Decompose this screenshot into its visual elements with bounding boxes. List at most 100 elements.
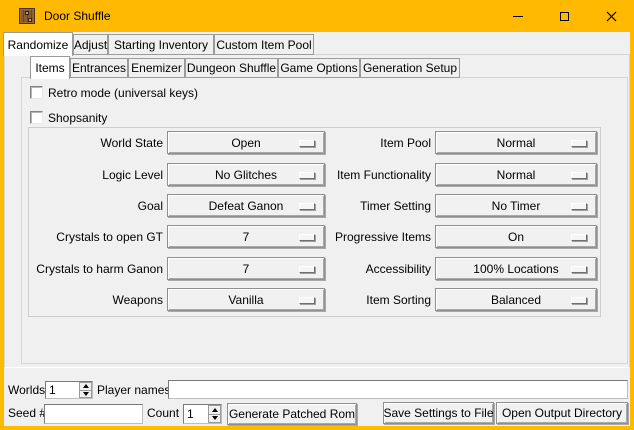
tab-label: Items [35,61,64,75]
accessibility-label: Accessibility [320,262,431,276]
dropdown-indicator-icon [299,234,315,241]
dropdown-indicator-icon [571,172,587,179]
item-pool-label: Item Pool [320,136,431,150]
dropdown-value: Balanced [491,293,541,307]
maximize-button[interactable] [541,0,588,32]
arrow-down-icon [83,392,89,396]
weapons-label: Weapons [28,293,163,307]
app-door-icon [19,8,35,24]
shopsanity-checkbox[interactable] [30,111,43,124]
worlds-label: Worlds [8,383,45,397]
dropdown-indicator-icon [299,172,315,179]
shopsanity-label: Shopsanity [48,111,107,125]
door-shuffle-window: Door Shuffle Randomize Adjust Starting I… [0,0,634,430]
tab-label: Enemizer [131,61,182,75]
dropdown-value: 7 [243,230,250,244]
worlds-spinner-arrows [79,382,92,398]
tab-dungeon-shuffle[interactable]: Dungeon Shuffle [185,58,278,78]
item-functionality-label: Item Functionality [320,168,431,182]
tab-label: Custom Item Pool [216,38,311,52]
worlds-spinner[interactable]: 1 [45,381,93,399]
retro-mode-checkbox[interactable] [30,86,43,99]
player-names-label: Player names [97,383,170,397]
count-spinner[interactable]: 1 [183,404,222,424]
generate-patched-rom-button[interactable]: Generate Patched Rom [227,403,357,425]
weapons-dropdown[interactable]: Vanilla [167,288,325,311]
item-pool-dropdown[interactable]: Normal [435,131,597,154]
dropdown-value: Open [231,136,260,150]
tab-entrances[interactable]: Entrances [70,58,128,78]
timer-setting-label: Timer Setting [320,199,431,213]
dropdown-indicator-icon [299,140,315,147]
spin-down-button[interactable] [208,415,221,424]
dropdown-value: Normal [497,168,536,182]
minimize-icon [513,16,523,17]
tab-items[interactable]: Items [30,56,70,79]
seed-label: Seed # [8,406,46,420]
tab-enemizer[interactable]: Enemizer [128,58,185,78]
arrow-up-icon [83,384,89,388]
dropdown-indicator-icon [571,203,587,210]
accessibility-dropdown[interactable]: 100% Locations [435,257,597,280]
item-sorting-label: Item Sorting [320,293,431,307]
arrow-down-icon [212,416,218,420]
count-value: 1 [184,405,208,423]
close-icon [606,11,617,22]
dropdown-indicator-icon [299,266,315,273]
tab-starting-inventory[interactable]: Starting Inventory [108,34,214,55]
tab-custom-item-pool[interactable]: Custom Item Pool [214,34,314,55]
logic-level-dropdown[interactable]: No Glitches [167,163,325,186]
item-functionality-dropdown[interactable]: Normal [435,163,597,186]
arrow-up-icon [212,408,218,412]
spin-up-button[interactable] [208,405,221,415]
item-sorting-dropdown[interactable]: Balanced [435,288,597,311]
tab-game-options[interactable]: Game Options [278,58,360,78]
timer-setting-dropdown[interactable]: No Timer [435,194,597,217]
spin-down-button[interactable] [79,391,92,399]
count-spinner-arrows [208,405,221,423]
open-output-directory-button[interactable]: Open Output Directory [496,402,628,424]
dropdown-value: On [508,230,524,244]
titlebar: Door Shuffle [0,0,634,32]
goal-dropdown[interactable]: Defeat Ganon [167,194,325,217]
tab-label: Dungeon Shuffle [187,61,276,75]
window-title: Door Shuffle [44,0,111,32]
seed-input[interactable] [44,404,143,424]
player-names-input[interactable] [168,380,628,399]
logic-level-label: Logic Level [28,168,163,182]
minimize-button[interactable] [494,0,541,32]
tab-label: Generation Setup [363,61,457,75]
dropdown-indicator-icon [571,234,587,241]
tab-label: Game Options [280,61,357,75]
spin-up-button[interactable] [79,382,92,391]
crystals-ganon-dropdown[interactable]: 7 [167,257,325,280]
world-state-dropdown[interactable]: Open [167,131,325,154]
crystals-ganon-label: Crystals to harm Ganon [28,262,163,276]
crystals-gt-label: Crystals to open GT [28,230,163,244]
close-button[interactable] [588,0,634,32]
dropdown-value: Normal [497,136,536,150]
tab-label: Randomize [8,38,69,52]
dropdown-value: No Timer [492,199,541,213]
dropdown-indicator-icon [571,140,587,147]
tab-adjust[interactable]: Adjust [73,34,108,55]
dropdown-indicator-icon [299,203,315,210]
progressive-items-dropdown[interactable]: On [435,225,597,248]
progressive-items-label: Progressive Items [320,230,431,244]
count-label: Count [147,406,179,420]
goal-label: Goal [28,199,163,213]
crystals-gt-dropdown[interactable]: 7 [167,225,325,248]
dropdown-indicator-icon [299,297,315,304]
save-settings-button[interactable]: Save Settings to File [383,402,494,424]
dropdown-indicator-icon [571,297,587,304]
tab-randomize[interactable]: Randomize [3,32,73,56]
world-state-label: World State [28,136,163,150]
retro-mode-label: Retro mode (universal keys) [48,86,198,100]
tab-generation-setup[interactable]: Generation Setup [360,58,460,78]
dropdown-value: No Glitches [215,168,277,182]
tab-label: Adjust [74,38,107,52]
dropdown-value: Defeat Ganon [209,199,284,213]
maximize-icon [560,12,569,21]
dropdown-value: Vanilla [228,293,263,307]
tab-label: Entrances [72,61,126,75]
